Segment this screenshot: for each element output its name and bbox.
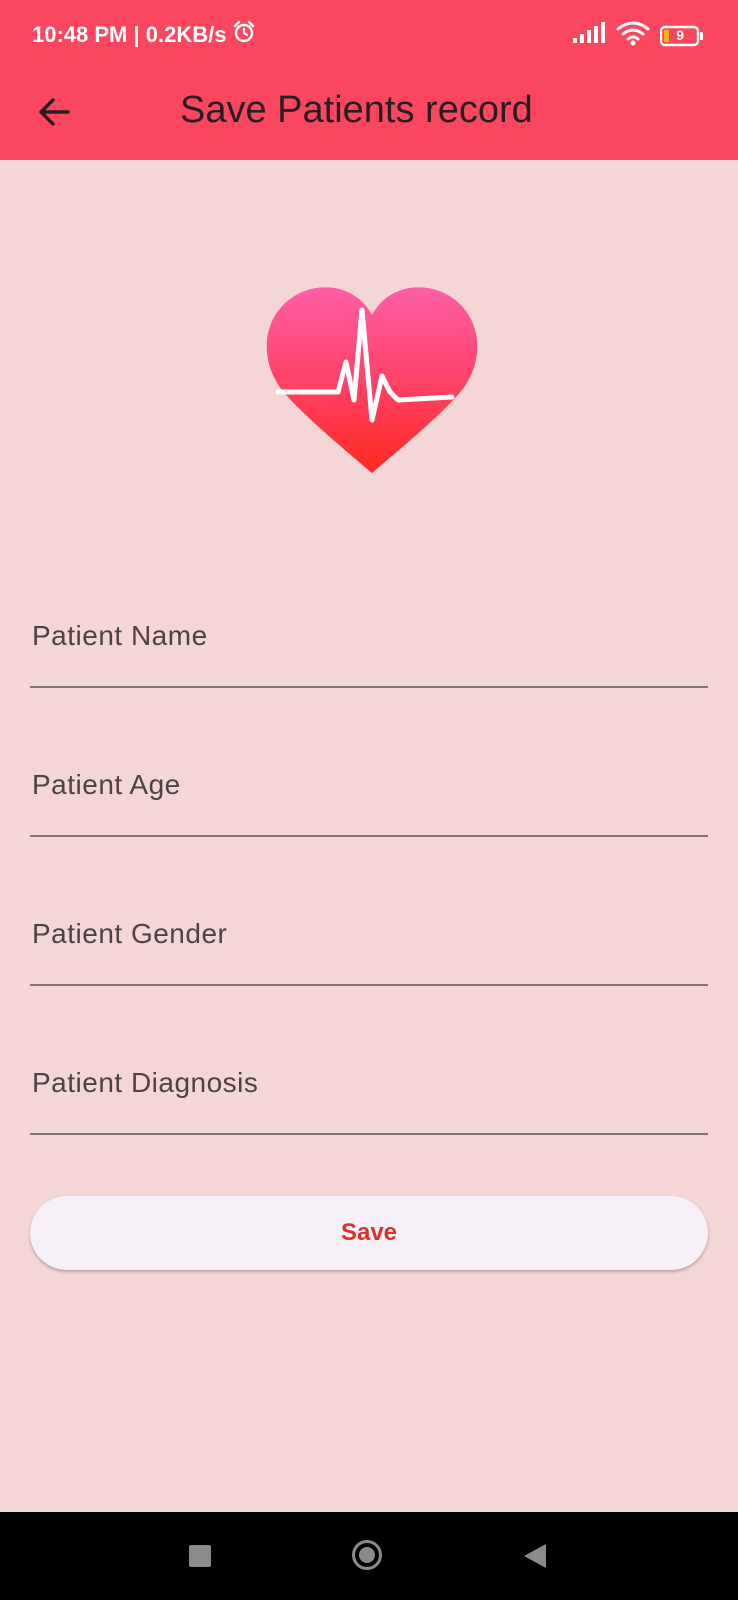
status-time-speed: 10:48 PM | 0.2KB/s bbox=[32, 22, 227, 47]
system-nav-bar bbox=[0, 1512, 738, 1600]
signal-icon bbox=[572, 22, 606, 49]
page-title: Save Patients record bbox=[180, 89, 533, 131]
patient-name-label: Patient Name bbox=[32, 620, 208, 651]
status-bar: 10:48 PM | 0.2KB/s 9 bbox=[0, 0, 738, 70]
patient-gender-underline bbox=[30, 984, 708, 986]
battery-icon: 9 bbox=[660, 25, 704, 47]
wifi-icon bbox=[616, 20, 650, 51]
patient-age-field[interactable]: Patient Age bbox=[30, 727, 708, 837]
status-left: 10:48 PM | 0.2KB/s bbox=[32, 20, 256, 50]
patient-diagnosis-underline bbox=[30, 1133, 708, 1135]
battery-level: 9 bbox=[676, 26, 684, 43]
patient-diagnosis-label: Patient Diagnosis bbox=[32, 1067, 259, 1098]
alarm-icon bbox=[232, 20, 256, 50]
patient-age-underline bbox=[30, 835, 708, 837]
home-icon[interactable] bbox=[352, 1540, 382, 1570]
app-bar: Save Patients record bbox=[0, 70, 738, 160]
recent-apps-icon[interactable] bbox=[189, 1545, 211, 1567]
status-right: 9 bbox=[572, 20, 704, 51]
heartbeat-heart-icon bbox=[262, 280, 482, 480]
back-button[interactable] bbox=[28, 88, 80, 140]
back-icon[interactable] bbox=[524, 1544, 546, 1568]
patient-age-label: Patient Age bbox=[32, 769, 181, 800]
patient-gender-field[interactable]: Patient Gender bbox=[30, 876, 708, 986]
patient-gender-label: Patient Gender bbox=[32, 918, 228, 949]
patient-diagnosis-field[interactable]: Patient Diagnosis bbox=[30, 1025, 708, 1135]
save-button[interactable]: Save bbox=[30, 1196, 708, 1270]
patient-name-field[interactable]: Patient Name bbox=[30, 578, 708, 688]
arrow-back-icon bbox=[37, 95, 71, 134]
save-button-label: Save bbox=[340, 1219, 398, 1246]
patient-name-underline bbox=[30, 686, 708, 688]
